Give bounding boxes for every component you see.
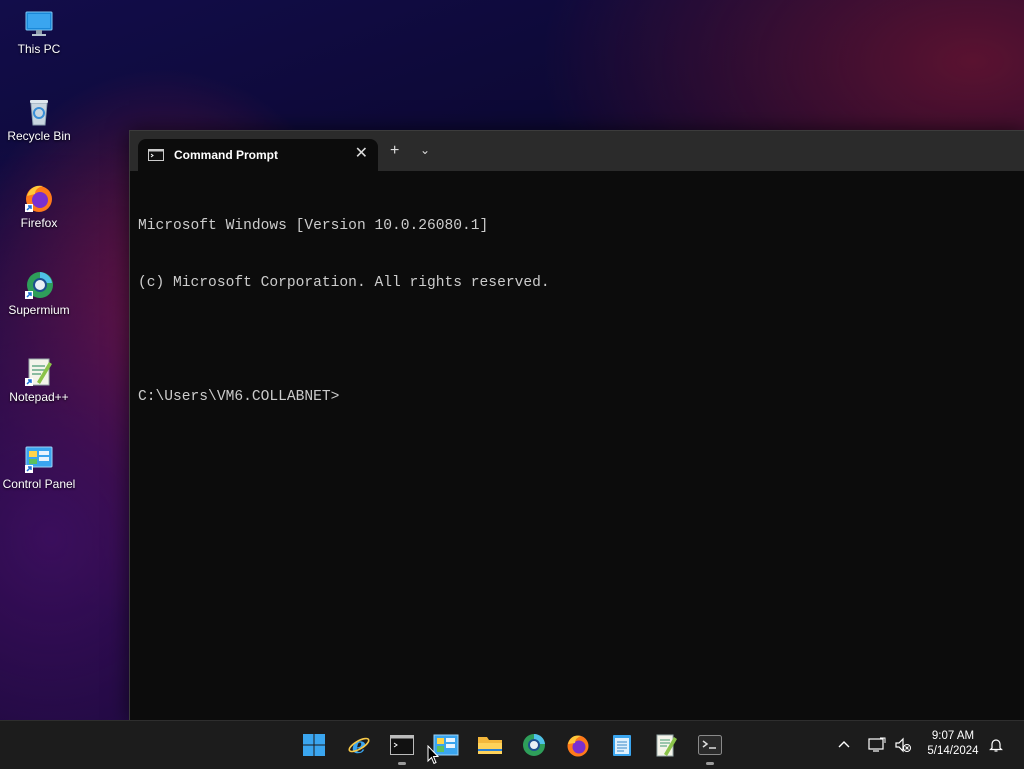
supermium-icon — [523, 733, 545, 756]
console-line: (c) Microsoft Corporation. All rights re… — [138, 275, 550, 291]
notifications-button[interactable] — [988, 721, 1004, 769]
desktop-icon-notepadpp[interactable]: Notepad++ — [0, 356, 78, 405]
show-hidden-icons-button[interactable] — [836, 721, 852, 769]
supermium-icon — [25, 272, 53, 299]
running-indicator — [706, 762, 714, 765]
clock-time: 9:07 AM — [931, 730, 975, 742]
svg-text:e: e — [352, 733, 366, 757]
firefox-icon — [567, 735, 589, 757]
desktop-icon-label: Supermium — [8, 303, 70, 317]
desktop-icon-label: Notepad++ — [9, 390, 69, 404]
desktop-icon-supermium[interactable]: Supermium — [0, 269, 78, 318]
taskbar-internet-explorer[interactable]: e — [341, 729, 377, 761]
terminal-window[interactable]: Command Prompt ✕ + ⌄ Microsoft Windows [… — [129, 130, 1024, 721]
console-output[interactable]: Microsoft Windows [Version 10.0.26080.1]… — [138, 179, 1017, 713]
this-pc-icon — [25, 11, 53, 36]
control-panel-icon — [25, 446, 53, 473]
taskbar-command-prompt[interactable] — [384, 729, 420, 765]
taskbar-notepadpp[interactable] — [648, 729, 684, 761]
recycle-bin-icon — [30, 100, 48, 126]
terminal-icon — [698, 735, 722, 755]
mouse-cursor-icon — [427, 745, 439, 765]
title-bar[interactable]: Command Prompt ✕ + ⌄ — [130, 131, 1024, 171]
console-prompt: C:\Users\VM6.COLLABNET> — [138, 389, 340, 405]
network-icon — [868, 737, 886, 752]
taskbar-terminal[interactable] — [692, 729, 728, 765]
network-status[interactable] — [868, 721, 886, 769]
internet-explorer-icon: e — [348, 733, 370, 757]
notepad-icon — [613, 735, 631, 756]
desktop-icon-label: This PC — [17, 42, 61, 56]
console-line: Microsoft Windows [Version 10.0.26080.1] — [138, 218, 489, 234]
desktop-icon-firefox[interactable]: Firefox — [0, 182, 78, 231]
clock-date: 5/14/2024 — [927, 745, 979, 757]
speaker-muted-icon — [895, 737, 911, 753]
tab-command-prompt[interactable]: Command Prompt ✕ — [138, 139, 378, 171]
desktop-icon-control-panel[interactable]: Control Panel — [0, 443, 78, 492]
taskbar-firefox[interactable] — [560, 729, 596, 761]
taskbar: e 9:07 AM 5/14/2024 — [0, 720, 1024, 769]
chevron-down-icon[interactable]: ⌄ — [420, 143, 430, 157]
desktop-icon-recycle-bin[interactable]: Recycle Bin — [0, 95, 78, 144]
desktop-icon-label: Control Panel — [2, 477, 76, 491]
console-prompt-line: C:\Users\VM6.COLLABNET> — [138, 388, 1017, 407]
desktop-icon-this-pc[interactable]: This PC — [0, 8, 78, 57]
cmd-icon — [148, 149, 164, 161]
taskbar-supermium[interactable] — [516, 729, 552, 761]
new-tab-button[interactable]: + — [390, 143, 399, 159]
tab-title: Command Prompt — [174, 148, 279, 162]
windows-logo-icon — [303, 734, 325, 756]
firefox-icon — [25, 185, 52, 212]
folder-icon — [478, 737, 502, 754]
cmd-icon — [390, 735, 414, 755]
desktop-icon-label: Recycle Bin — [7, 129, 71, 143]
close-icon[interactable]: ✕ — [355, 145, 368, 163]
taskbar-file-explorer[interactable] — [472, 729, 508, 761]
notepadpp-icon — [25, 358, 52, 386]
taskbar-notepad[interactable] — [604, 729, 640, 761]
chevron-up-icon — [838, 741, 850, 748]
clock[interactable]: 9:07 AM 5/14/2024 — [918, 729, 988, 759]
running-indicator — [398, 762, 406, 765]
volume-status[interactable] — [894, 721, 912, 769]
notepadpp-icon — [656, 734, 677, 757]
bell-icon — [989, 739, 1003, 752]
start-button[interactable] — [296, 729, 332, 761]
desktop-icon-label: Firefox — [20, 216, 58, 230]
